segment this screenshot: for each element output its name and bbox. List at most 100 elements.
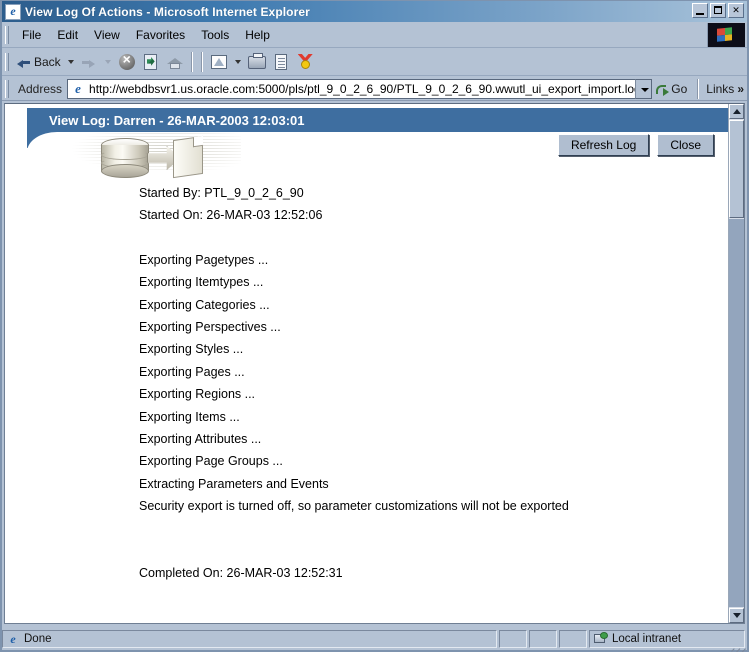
stop-button[interactable]: [116, 51, 138, 73]
menu-item-file[interactable]: File: [14, 26, 49, 44]
go-button-label: Go: [671, 81, 688, 96]
maximize-button[interactable]: [710, 3, 726, 18]
log-line: Started On: 26-MAR-03 12:52:06: [139, 208, 323, 223]
search-icon: [210, 55, 227, 69]
log-line: Exporting Perspectives ...: [139, 320, 281, 335]
page-title: View Log: Darren - 26-MAR-2003 12:03:01: [49, 112, 305, 128]
navigation-toolbar: Back: [2, 49, 747, 76]
title-bar[interactable]: e View Log Of Actions - Microsoft Intern…: [2, 1, 747, 22]
database-cylinder-icon: [101, 138, 149, 178]
menu-item-edit[interactable]: Edit: [49, 26, 86, 44]
messenger-button[interactable]: [294, 51, 316, 73]
status-panel-2: [529, 630, 557, 648]
log-line: Exporting Items ...: [139, 409, 240, 424]
status-message-panel: e Done: [2, 630, 497, 648]
menu-bar: File Edit View Favorites Tools Help: [2, 22, 747, 48]
document-viewport: View Log: Darren - 26-MAR-2003 12:03:01: [4, 103, 745, 624]
arrow-left-icon: [17, 57, 31, 68]
scroll-up-button[interactable]: [729, 104, 744, 119]
edit-button[interactable]: [270, 51, 292, 73]
windows-flag-icon: [717, 27, 732, 42]
security-zone-text: Local intranet: [612, 633, 682, 645]
refresh-button[interactable]: [140, 51, 162, 73]
edit-page-icon: [274, 54, 287, 70]
menu-item-view[interactable]: View: [86, 26, 128, 44]
windows-logo-animation: [707, 23, 745, 47]
address-input[interactable]: e http://webdbsvr1.us.oracle.com:5000/pl…: [67, 78, 636, 99]
search-chevron-down-icon[interactable]: [234, 60, 241, 64]
status-bar: e Done Local intranet: [2, 628, 747, 652]
resize-grip[interactable]: [731, 635, 746, 652]
close-button-top[interactable]: Close: [657, 134, 714, 156]
scrollbar-track[interactable]: [729, 219, 744, 607]
status-panel-1: [499, 630, 527, 648]
internet-explorer-e-glyph: e: [75, 80, 81, 96]
browser-window: e View Log Of Actions - Microsoft Intern…: [0, 0, 749, 652]
graphic-halftone-haze: [61, 130, 241, 170]
go-arrow-icon: [656, 83, 670, 96]
internet-explorer-e-glyph: e: [10, 3, 16, 18]
menu-drag-grip[interactable]: [5, 25, 9, 44]
status-text: Done: [24, 633, 52, 645]
close-button[interactable]: ✕: [728, 3, 744, 18]
forward-button[interactable]: [78, 51, 101, 73]
toolbar-separator: [190, 52, 193, 72]
address-dropdown-button[interactable]: [635, 78, 653, 99]
menu-item-help[interactable]: Help: [237, 26, 278, 44]
log-line: Exporting Attributes ...: [139, 432, 262, 447]
log-line: Exporting Pagetypes ...: [139, 252, 269, 267]
back-button-label: Back: [34, 55, 61, 69]
address-label: Address: [18, 81, 63, 96]
log-line: Started By: PTL_9_0_2_6_90: [139, 186, 304, 200]
vertical-scrollbar[interactable]: [728, 104, 744, 623]
oracle-portal-log-page: View Log: Darren - 26-MAR-2003 12:03:01: [5, 104, 728, 623]
log-line: Exporting Pages ...: [139, 364, 245, 379]
ie-app-icon: e: [5, 3, 21, 20]
toolbar-separator-2: [200, 52, 203, 72]
scroll-down-button[interactable]: [729, 608, 744, 623]
stop-icon: [118, 51, 135, 70]
links-chevron-double-right-icon: »: [737, 81, 744, 96]
forward-history-chevron-down-icon[interactable]: [104, 60, 111, 64]
log-line: Completed On: 26-MAR-03 12:52:31: [139, 565, 343, 580]
print-icon: [247, 53, 266, 69]
refresh-icon: [143, 54, 157, 70]
log-line-spacer: [139, 518, 728, 540]
home-button[interactable]: [164, 51, 186, 73]
status-panel-3: [559, 630, 587, 648]
minimize-button[interactable]: [692, 3, 708, 18]
home-icon: [166, 54, 183, 69]
toolbar-drag-grip[interactable]: [5, 53, 9, 71]
go-button[interactable]: Go: [652, 82, 693, 96]
status-ie-icon: e: [6, 632, 20, 646]
print-button[interactable]: [246, 51, 268, 73]
top-button-row: Refresh Log Close: [557, 134, 714, 156]
page-header: View Log: Darren - 26-MAR-2003 12:03:01: [5, 104, 728, 179]
menu-item-favorites[interactable]: Favorites: [128, 26, 193, 44]
export-file-icon: [173, 135, 203, 179]
address-bar: Address e http://webdbsvr1.us.oracle.com…: [2, 77, 747, 101]
menu-item-tools[interactable]: Tools: [193, 26, 237, 44]
search-button[interactable]: [208, 51, 230, 73]
refresh-log-button-top[interactable]: Refresh Log: [557, 134, 650, 156]
messenger-icon: [298, 54, 313, 70]
scrollbar-thumb[interactable]: [729, 120, 744, 218]
log-line: Exporting Styles ...: [139, 342, 244, 357]
log-line: Exporting Page Groups ...: [139, 454, 283, 469]
address-drag-grip[interactable]: [5, 79, 9, 98]
maximize-icon: [714, 6, 722, 14]
log-line: Security export is turned off, so parame…: [139, 499, 569, 514]
local-intranet-zone-icon: [594, 632, 608, 646]
back-history-chevron-down-icon[interactable]: [67, 60, 74, 64]
page-favicon-icon: e: [70, 80, 87, 97]
browser-content-area: View Log: Darren - 26-MAR-2003 12:03:01: [2, 101, 747, 626]
address-url-text: http://webdbsvr1.us.oracle.com:5000/pls/…: [89, 81, 636, 96]
security-zone-panel[interactable]: Local intranet: [589, 630, 745, 648]
log-line: Exporting Regions ...: [139, 387, 256, 402]
back-button[interactable]: Back: [14, 51, 64, 73]
log-line-spacer: [139, 540, 728, 562]
log-content: Started By: PTL_9_0_2_6_90 Started On: 2…: [5, 182, 728, 623]
links-label: Links: [706, 81, 735, 96]
address-separator: [697, 78, 700, 99]
links-button[interactable]: Links »: [703, 82, 747, 96]
